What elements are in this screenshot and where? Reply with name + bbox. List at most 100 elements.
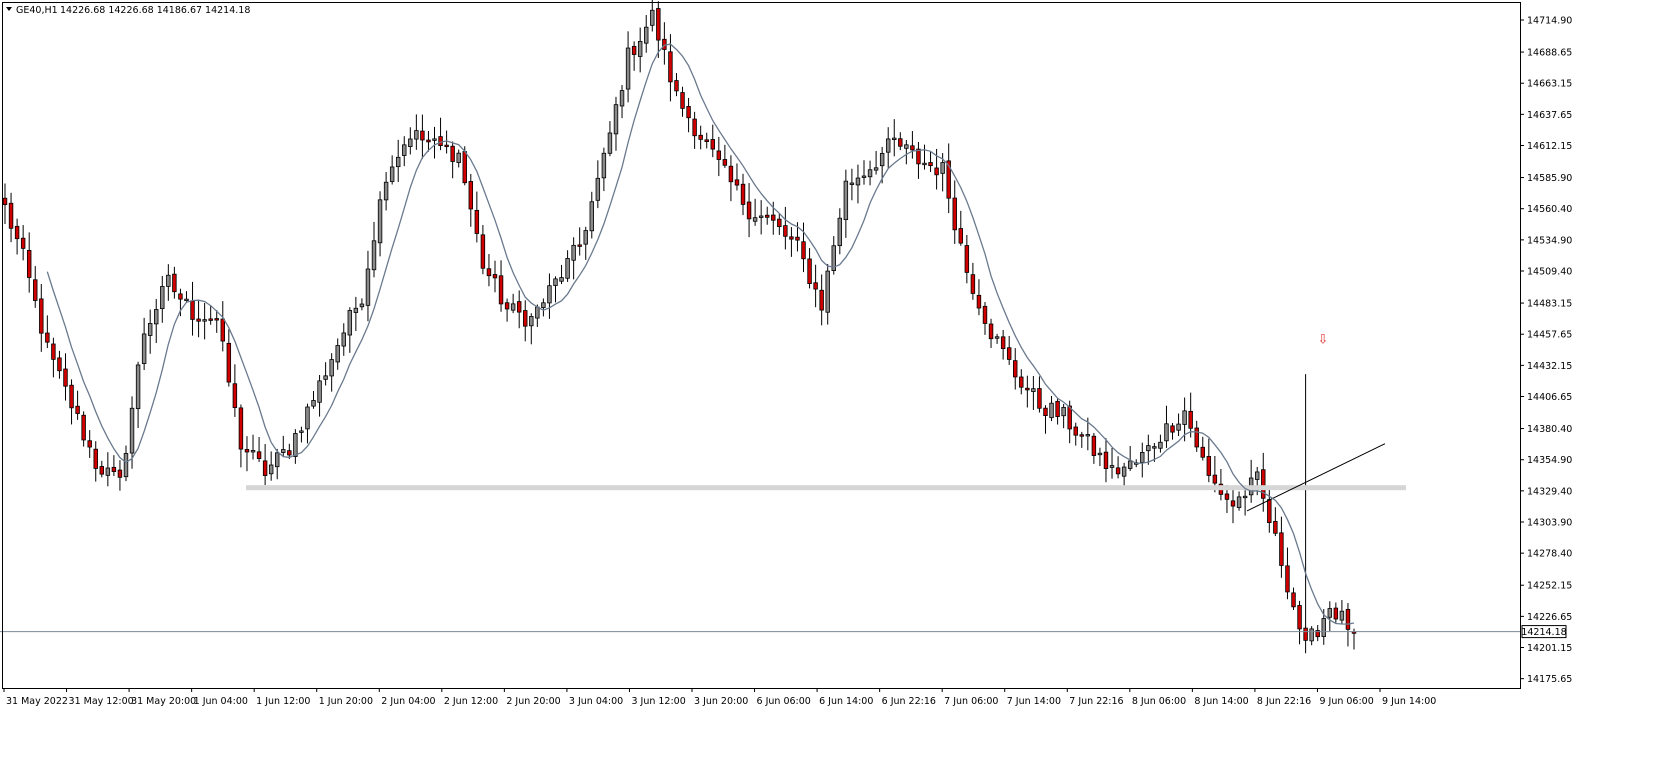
- candle: [722, 144, 728, 168]
- candle-body: [353, 307, 359, 313]
- candle-body: [33, 279, 38, 301]
- candle: [1140, 442, 1145, 478]
- candle: [1242, 488, 1248, 516]
- candle-body: [1097, 452, 1103, 456]
- y-tick-label: 14688.65: [1527, 48, 1572, 59]
- candle-body: [976, 294, 982, 309]
- candle: [595, 160, 601, 209]
- candle-body: [1067, 405, 1072, 430]
- candle-body: [492, 274, 498, 279]
- dropdown-triangle-icon[interactable]: [6, 7, 12, 11]
- candle: [1079, 431, 1084, 448]
- candle: [783, 206, 788, 250]
- candle: [1025, 375, 1030, 408]
- candle: [547, 273, 552, 319]
- candle: [1158, 434, 1163, 453]
- candle-body: [1212, 474, 1218, 484]
- candle: [389, 155, 395, 185]
- candle-body: [801, 241, 806, 260]
- candle-body: [262, 460, 268, 476]
- candle-body: [583, 230, 588, 245]
- candle-body: [244, 448, 250, 453]
- candle: [946, 143, 951, 214]
- candle: [692, 111, 697, 149]
- candle-body: [650, 9, 655, 26]
- x-tick-label: 3 Jun 20:00: [694, 696, 748, 707]
- candle-body: [208, 318, 213, 321]
- candle-body: [468, 181, 474, 210]
- candle-body: [8, 202, 14, 229]
- candle: [1031, 375, 1036, 411]
- candle-body: [1230, 500, 1236, 507]
- x-tick-label: 8 Jun 22:16: [1257, 696, 1311, 707]
- candle-body: [631, 45, 637, 55]
- candle: [1285, 547, 1290, 600]
- candle: [395, 139, 401, 183]
- candle: [299, 426, 304, 443]
- candle: [154, 298, 159, 343]
- candle: [111, 455, 117, 476]
- candle-body: [51, 343, 56, 360]
- candle-body: [190, 300, 195, 320]
- y-tick-label: 14509.40: [1527, 267, 1572, 278]
- candles-layer: [2, 0, 1357, 654]
- x-tick-label: 6 Jun 06:00: [757, 696, 811, 707]
- candle: [807, 248, 812, 289]
- price-chart[interactable]: ⇩ 14714.90 14688.65 14663.15 14637.65 14612.…: [0, 0, 1653, 753]
- candle: [1297, 600, 1302, 645]
- candle: [885, 127, 891, 168]
- y-tick-label: 14612.15: [1527, 141, 1572, 152]
- candle: [777, 213, 782, 235]
- candle: [970, 262, 976, 300]
- candle: [492, 260, 498, 293]
- candle-body: [952, 197, 957, 231]
- candle: [214, 310, 219, 333]
- candle-body: [196, 318, 201, 322]
- candle-body: [516, 301, 522, 313]
- candle-body: [178, 293, 183, 300]
- time-axis[interactable]: 31 May 2022 31 May 12:0031 May 20:001 Jun…: [3, 688, 1436, 707]
- candle-body: [940, 162, 945, 174]
- candle: [275, 448, 280, 480]
- candle-body: [1297, 605, 1302, 630]
- candle-body: [1013, 360, 1018, 378]
- candle-body: [885, 138, 891, 153]
- candle: [662, 22, 667, 65]
- y-tick-label: 14175.65: [1527, 674, 1572, 685]
- candle: [976, 279, 982, 316]
- candle: [571, 237, 576, 280]
- candle: [1006, 335, 1012, 365]
- candle-body: [93, 448, 98, 469]
- y-tick-label: 14432.15: [1527, 361, 1572, 372]
- candle-body: [680, 92, 685, 109]
- candle: [281, 435, 286, 457]
- candle: [1000, 329, 1006, 360]
- candle: [1200, 436, 1205, 461]
- candle-body: [964, 245, 970, 273]
- candle-body: [807, 258, 812, 285]
- current-price-label: 14214.18: [1521, 627, 1566, 638]
- candle: [1218, 468, 1224, 501]
- candle: [184, 291, 189, 302]
- candle-body: [329, 359, 334, 377]
- candle-body: [789, 236, 794, 240]
- y-tick-label: 14278.40: [1527, 549, 1572, 560]
- candle-body: [504, 302, 510, 310]
- candle: [1291, 587, 1296, 610]
- price-axis[interactable]: 14714.90 14688.65 14663.15 14637.65 14612.15…: [1520, 16, 1572, 686]
- chart-window[interactable]: ⇩ 14714.90 14688.65 14663.15 14637.65 14612.…: [0, 0, 1653, 753]
- candle-body: [861, 175, 867, 178]
- candle: [516, 290, 522, 329]
- candle-body: [1037, 388, 1042, 409]
- x-tick-label: 9 Jun 14:00: [1382, 696, 1436, 707]
- candle: [650, 0, 655, 32]
- candle-body: [184, 298, 189, 302]
- candle-body: [710, 139, 715, 150]
- candle-body: [154, 309, 159, 325]
- candle: [262, 444, 268, 486]
- candle-body: [81, 414, 86, 441]
- candle: [1127, 445, 1133, 471]
- x-tick-label: 1 Jun 12:00: [256, 696, 310, 707]
- candle: [619, 85, 625, 119]
- candle: [63, 353, 68, 401]
